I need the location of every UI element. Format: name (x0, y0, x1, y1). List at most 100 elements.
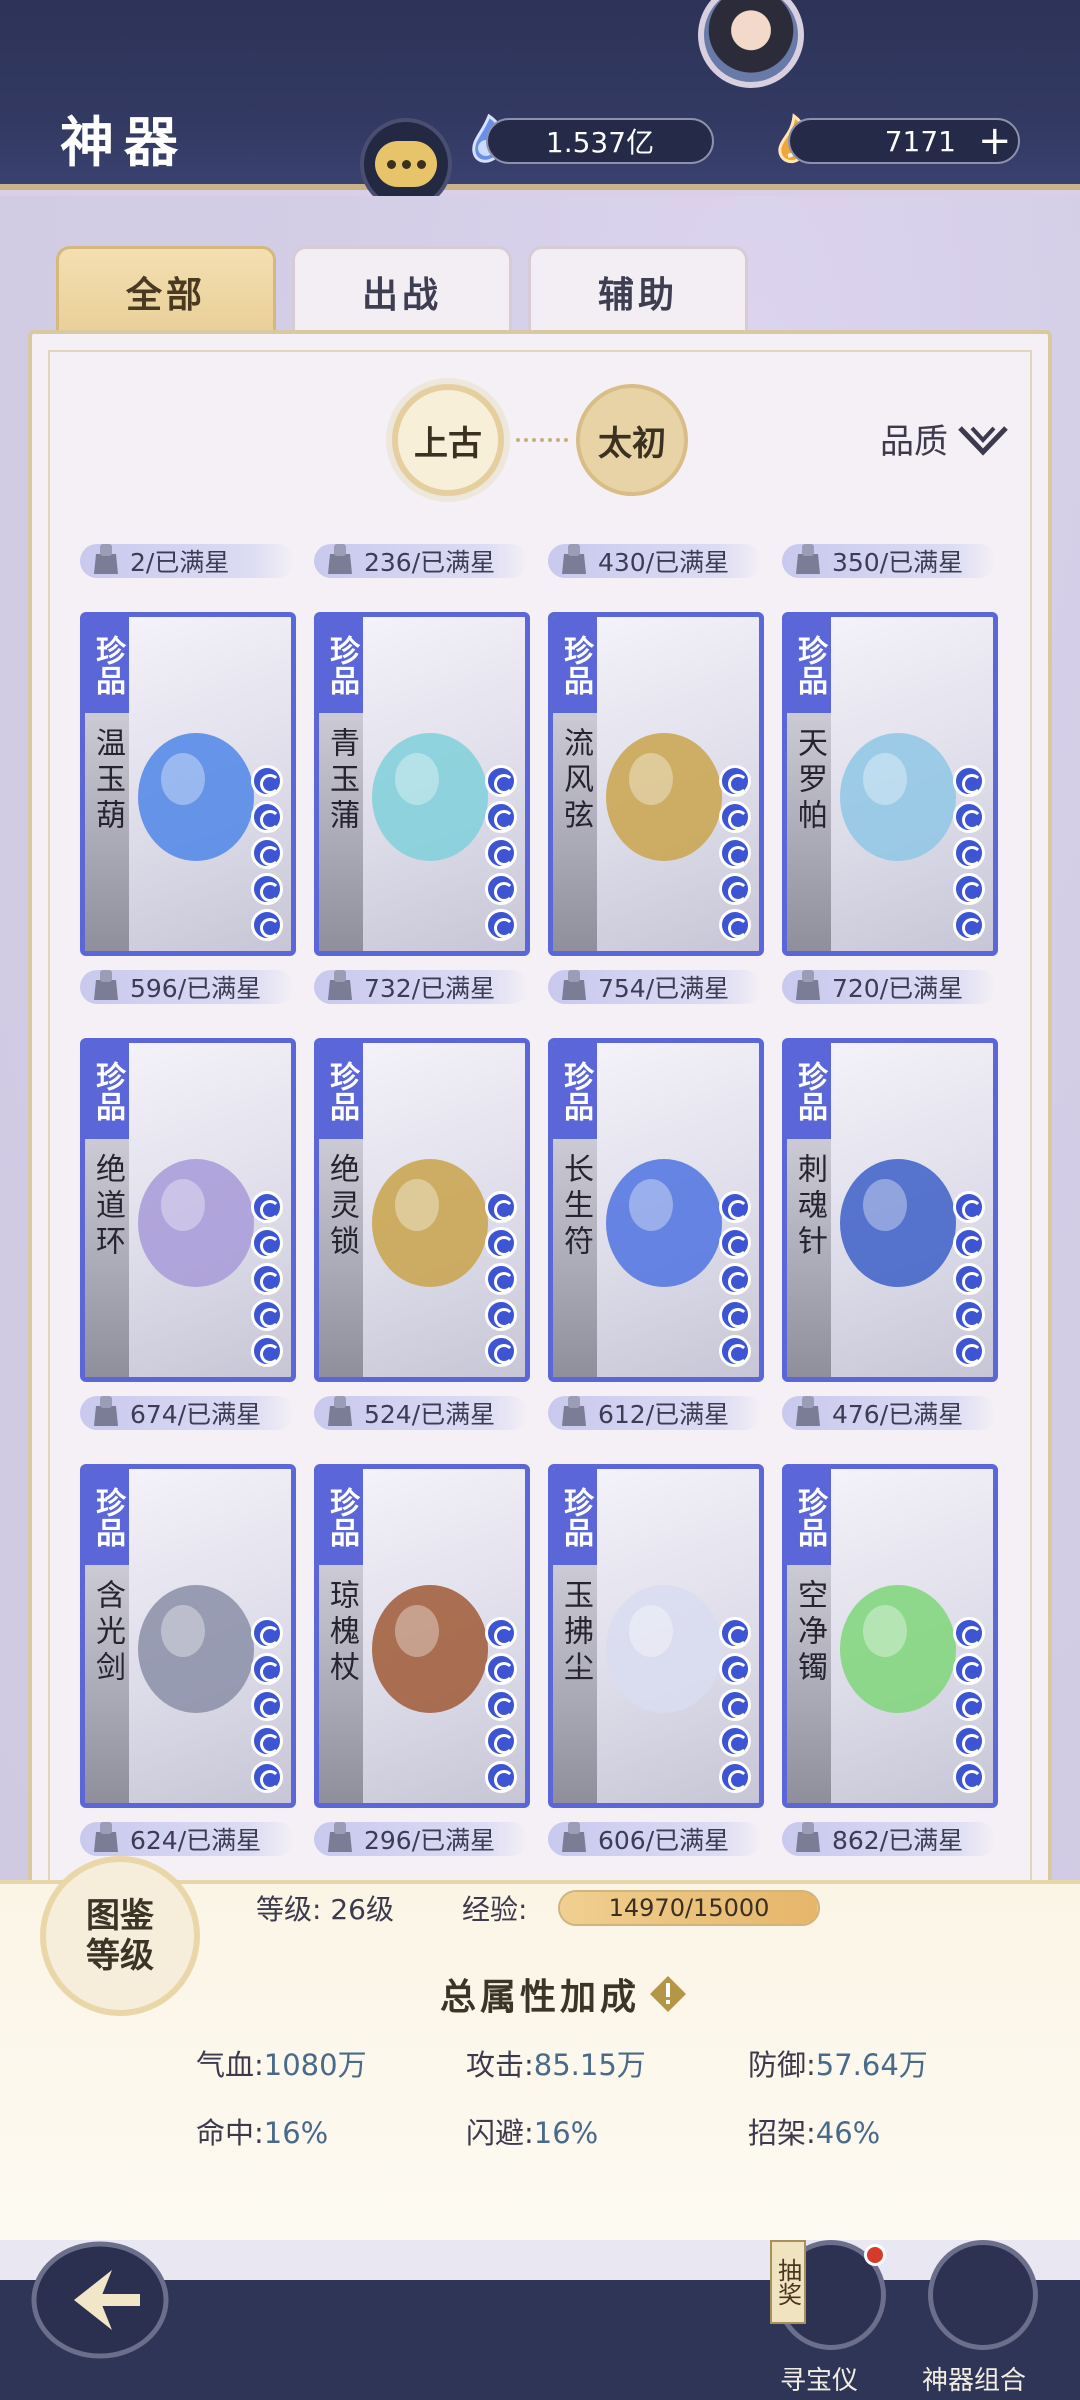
star-column (953, 1617, 987, 1793)
stat-dodge: 闪避:16% (466, 2110, 598, 2152)
star-orb-icon (953, 1689, 985, 1721)
star-orb-icon (953, 1263, 985, 1295)
lock-pedestal-icon (562, 544, 586, 574)
notification-dot (864, 2244, 886, 2266)
count-text: 430/已满星 (598, 548, 730, 577)
tab-battle[interactable]: 出战 (292, 246, 512, 338)
star-orb-icon (251, 1689, 283, 1721)
artifact-card[interactable]: 珍品 刺魂针 (782, 1038, 998, 1382)
artifact-card[interactable]: 珍品 温玉葫 (80, 612, 296, 956)
collection-count: 674/已满星 (80, 1396, 294, 1430)
collection-count: 596/已满星 (80, 970, 294, 1004)
artifact-combo-button[interactable] (928, 2240, 1038, 2350)
artifact-card[interactable]: 珍品 空净镯 (782, 1464, 998, 1808)
collection-count: 296/已满星 (314, 1822, 528, 1856)
stat-value: 1080万 (263, 2048, 367, 2082)
count-text: 606/已满星 (598, 1826, 730, 1855)
count-text: 350/已满星 (832, 548, 964, 577)
era-ancient-button[interactable]: 上古 (392, 384, 504, 496)
collection-count: 612/已满星 (548, 1396, 762, 1430)
atlas-level-badge[interactable]: 图鉴 等级 (40, 1856, 200, 2016)
star-column (719, 1191, 753, 1367)
artifact-grid: 2/已满星 236/已满星 430/已满星 350/已满星 珍品 温玉葫 596/已… (46, 520, 1046, 1860)
page-title: 神器 (60, 110, 188, 174)
star-orb-icon (485, 1617, 517, 1649)
count-text: 612/已满星 (598, 1400, 730, 1429)
tab-all[interactable]: 全部 (56, 246, 276, 338)
star-orb-icon (485, 1689, 517, 1721)
era-primordial-button[interactable]: 太初 (576, 384, 688, 496)
collection-count: 430/已满星 (548, 544, 762, 578)
stat-hit: 命中:16% (196, 2110, 328, 2152)
lock-pedestal-icon (796, 970, 820, 1000)
star-orb-icon (953, 1227, 985, 1259)
star-orb-icon (719, 1299, 751, 1331)
stat-hp: 气血:1080万 (196, 2042, 367, 2084)
stat-label: 招架: (748, 2116, 816, 2150)
artifact-card[interactable]: 珍品 绝灵锁 (314, 1038, 530, 1382)
star-orb-icon (251, 801, 283, 833)
star-orb-icon (251, 1227, 283, 1259)
star-orb-icon (251, 1725, 283, 1757)
star-orb-icon (953, 837, 985, 869)
star-orb-icon (485, 1335, 517, 1367)
star-orb-icon (953, 801, 985, 833)
collection-count: 350/已满星 (782, 544, 996, 578)
artifact-card[interactable]: 珍品 天罗帕 (782, 612, 998, 956)
star-column (251, 1191, 285, 1367)
artifact-art (606, 733, 722, 861)
artifact-card[interactable]: 珍品 青玉蒲 (314, 612, 530, 956)
atlas-badge-label: 图鉴 等级 (86, 1896, 154, 1976)
star-orb-icon (719, 1761, 751, 1793)
count-row: 2/已满星 236/已满星 430/已满星 350/已满星 (46, 544, 1046, 588)
star-orb-icon (719, 1689, 751, 1721)
lock-pedestal-icon (328, 1822, 352, 1852)
collection-count: 624/已满星 (80, 1822, 294, 1856)
back-arrow-icon[interactable] (30, 2240, 170, 2360)
star-orb-icon (251, 765, 283, 797)
star-orb-icon (251, 873, 283, 905)
star-orb-icon (953, 873, 985, 905)
star-orb-icon (953, 909, 985, 941)
stat-attack: 攻击:85.15万 (466, 2042, 646, 2084)
lock-pedestal-icon (796, 544, 820, 574)
quality-filter-button[interactable]: 品质 (880, 414, 1008, 463)
artifact-card[interactable]: 珍品 含光剑 (80, 1464, 296, 1808)
count-text: 720/已满星 (832, 974, 964, 1003)
stat-label: 气血: (196, 2048, 264, 2082)
lock-pedestal-icon (328, 1396, 352, 1426)
artifact-card[interactable]: 珍品 流风弦 (548, 612, 764, 956)
star-orb-icon (953, 1725, 985, 1757)
stat-parry: 招架:46% (748, 2110, 880, 2152)
exp-label: 经验: (462, 1893, 528, 1926)
jade-currency-display: 1.537亿 (486, 118, 714, 164)
star-orb-icon (251, 1761, 283, 1793)
artifact-card[interactable]: 珍品 玉拂尘 (548, 1464, 764, 1808)
artifact-art (372, 1585, 488, 1713)
star-orb-icon (953, 1335, 985, 1367)
tab-support[interactable]: 辅助 (528, 246, 748, 338)
lock-pedestal-icon (328, 970, 352, 1000)
count-text: 296/已满星 (364, 1826, 496, 1855)
exp-progress-bar: 14970/15000 (558, 1890, 820, 1926)
star-orb-icon (953, 765, 985, 797)
lottery-tag: 抽奖 (770, 2240, 806, 2324)
artifact-art (840, 733, 956, 861)
star-column (485, 765, 519, 941)
stat-label: 防御: (748, 2048, 816, 2082)
star-column (953, 1191, 987, 1367)
artifact-card[interactable]: 珍品 琼槐杖 (314, 1464, 530, 1808)
star-column (719, 1617, 753, 1793)
count-text: 674/已满星 (130, 1400, 262, 1429)
stat-value: 16% (533, 2116, 599, 2150)
star-orb-icon (485, 1653, 517, 1685)
count-text: 624/已满星 (130, 1826, 262, 1855)
stat-value: 46% (815, 2116, 881, 2150)
warning-icon[interactable] (648, 1974, 688, 2014)
artifact-card[interactable]: 珍品 绝道环 (80, 1038, 296, 1382)
artifact-card[interactable]: 珍品 长生符 (548, 1038, 764, 1382)
era-connector (516, 438, 568, 442)
star-orb-icon (485, 1299, 517, 1331)
star-orb-icon (719, 837, 751, 869)
add-gold-button[interactable]: + (978, 121, 1012, 161)
